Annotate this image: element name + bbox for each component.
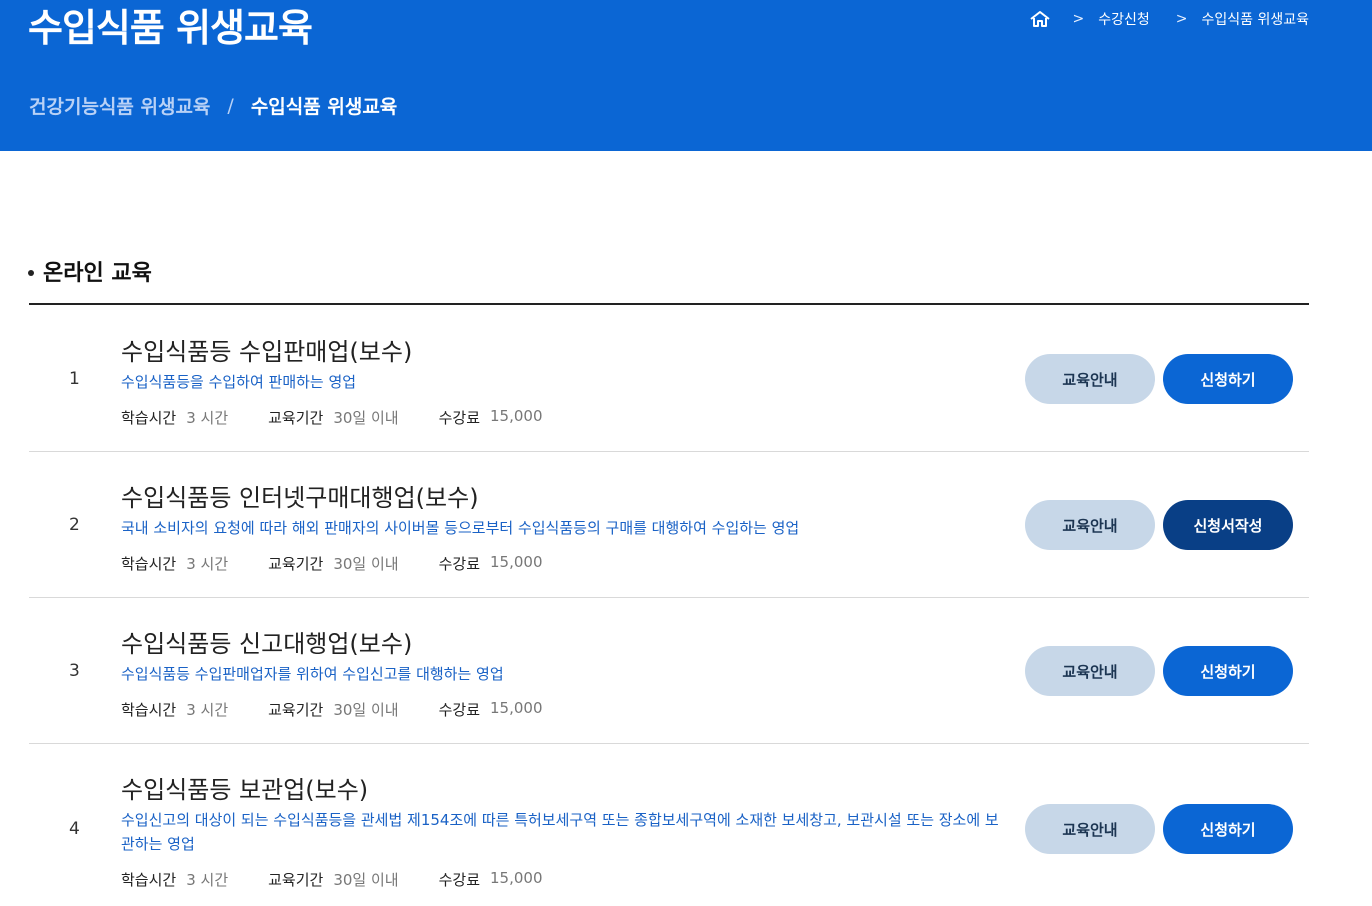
course-row: 3 수입식품등 신고대행업(보수) 수입식품등 수입판매업자를 위하여 수입신고… [29, 598, 1309, 744]
course-info-button[interactable]: 교육안내 [1025, 646, 1155, 696]
fee-value: 15,000 [490, 869, 543, 887]
chevron-right-icon: > [1175, 11, 1188, 27]
course-row: 2 수입식품등 인터넷구매대행업(보수) 국내 소비자의 요청에 따라 해외 판… [29, 452, 1309, 598]
period-value: 30일 이내 [333, 871, 399, 889]
course-number: 1 [69, 369, 80, 389]
fee-label: 수강료 [438, 701, 480, 719]
fee-label: 수강료 [438, 555, 480, 573]
period-value: 30일 이내 [333, 409, 399, 427]
page-banner: 수입식품 위생교육 > 수강신청 > 수입식품 위생교육 건강기능식품 위생교육… [0, 0, 1372, 151]
course-name: 수입식품등 보관업(보수) [121, 776, 369, 804]
course-description: 수입신고의 대상이 되는 수입식품등을 관세법 제154조에 따른 특허보세구역… [121, 811, 999, 853]
section-title-text: 온라인 교육 [43, 261, 152, 286]
bullet-icon [28, 269, 34, 276]
course-apply-button[interactable]: 신청하기 [1163, 646, 1293, 696]
course-number: 3 [69, 661, 80, 681]
period-label: 교육기간 [268, 409, 324, 427]
breadcrumb-item-current[interactable]: 수입식품 위생교육 [1202, 9, 1310, 29]
sub-navigation: 건강기능식품 위생교육 / 수입식품 위생교육 [29, 92, 397, 119]
fee-label: 수강료 [438, 871, 480, 889]
course-name: 수입식품등 인터넷구매대행업(보수) [121, 484, 479, 512]
course-info-button[interactable]: 교육안내 [1025, 354, 1155, 404]
section-divider [29, 303, 1309, 305]
course-apply-button[interactable]: 신청하기 [1163, 804, 1293, 854]
chevron-right-icon: > [1072, 11, 1085, 27]
study-time-label: 학습시간 [121, 871, 177, 889]
study-time-value: 3 시간 [186, 409, 229, 427]
fee-label: 수강료 [438, 409, 480, 427]
study-time-value: 3 시간 [186, 871, 229, 889]
course-description: 수입식품등을 수입하여 판매하는 영업 [121, 373, 357, 391]
course-number: 2 [69, 515, 80, 535]
study-time-value: 3 시간 [186, 555, 229, 573]
period-label: 교육기간 [268, 555, 324, 573]
course-name: 수입식품등 신고대행업(보수) [121, 630, 413, 658]
course-apply-button[interactable]: 신청서작성 [1163, 500, 1293, 550]
subnav-separator: / [227, 94, 234, 117]
study-time-label: 학습시간 [121, 701, 177, 719]
fee-value: 15,000 [490, 553, 543, 571]
home-icon[interactable] [1029, 10, 1051, 28]
course-description: 수입식품등 수입판매업자를 위하여 수입신고를 대행하는 영업 [121, 665, 504, 683]
subnav-parent-link[interactable]: 건강기능식품 위생교육 [29, 92, 210, 119]
course-meta: 학습시간 3 시간 교육기간 30일 이내 수강료 15,000 [121, 407, 583, 428]
subnav-current[interactable]: 수입식품 위생교육 [251, 92, 397, 119]
period-label: 교육기간 [268, 871, 324, 889]
period-value: 30일 이내 [333, 701, 399, 719]
section-title: 온라인 교육 [28, 255, 152, 287]
breadcrumb-item-enroll[interactable]: 수강신청 [1098, 9, 1150, 29]
course-info-button[interactable]: 교육안내 [1025, 500, 1155, 550]
course-info-button[interactable]: 교육안내 [1025, 804, 1155, 854]
course-apply-button[interactable]: 신청하기 [1163, 354, 1293, 404]
period-value: 30일 이내 [333, 555, 399, 573]
page-title: 수입식품 위생교육 [28, 6, 313, 50]
fee-value: 15,000 [490, 699, 543, 717]
period-label: 교육기간 [268, 701, 324, 719]
study-time-label: 학습시간 [121, 555, 177, 573]
course-number: 4 [69, 819, 80, 839]
breadcrumb: > 수강신청 > 수입식품 위생교육 [1029, 9, 1310, 29]
course-meta: 학습시간 3 시간 교육기간 30일 이내 수강료 15,000 [121, 869, 583, 890]
course-name: 수입식품등 수입판매업(보수) [121, 338, 413, 366]
course-description: 국내 소비자의 요청에 따라 해외 판매자의 사이버몰 등으로부터 수입식품등의… [121, 519, 800, 537]
study-time-value: 3 시간 [186, 701, 229, 719]
course-meta: 학습시간 3 시간 교육기간 30일 이내 수강료 15,000 [121, 699, 583, 720]
course-row: 1 수입식품등 수입판매업(보수) 수입식품등을 수입하여 판매하는 영업 학습… [29, 306, 1309, 452]
course-row: 4 수입식품등 보관업(보수) 수입신고의 대상이 되는 수입식품등을 관세법 … [29, 744, 1309, 906]
study-time-label: 학습시간 [121, 409, 177, 427]
course-meta: 학습시간 3 시간 교육기간 30일 이내 수강료 15,000 [121, 553, 583, 574]
fee-value: 15,000 [490, 407, 543, 425]
